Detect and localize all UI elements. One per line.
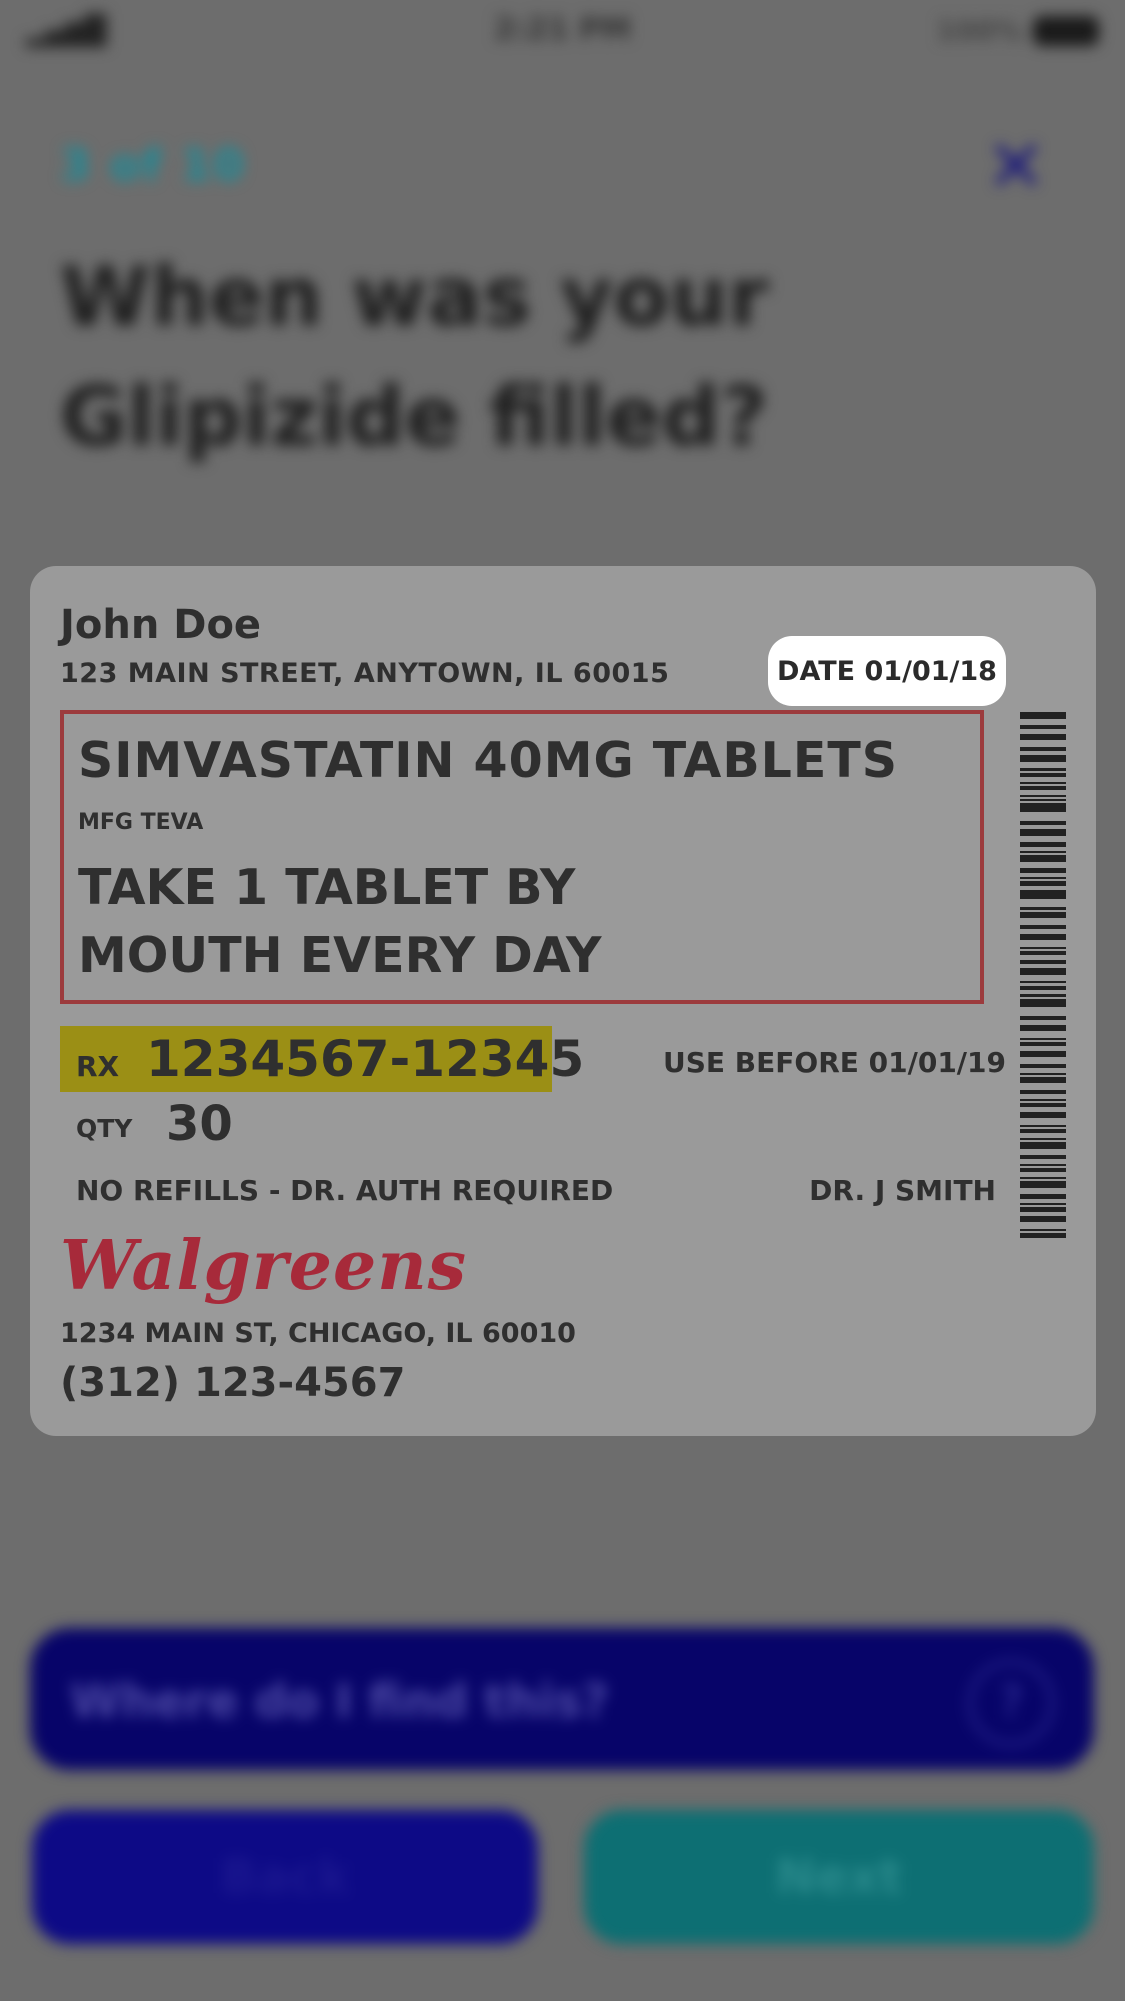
pharmacy-logo: Walgreens <box>60 1226 467 1306</box>
barcode-bar <box>1020 946 1066 949</box>
barcode-bar <box>1020 1233 1066 1238</box>
barcode-bar <box>1020 1016 1066 1021</box>
battery-indicator: 100% <box>936 14 1099 47</box>
barcode-bar <box>1020 998 1066 1008</box>
barcode-bar <box>1020 1050 1066 1058</box>
where-to-find-button[interactable]: Where do I find this? ? <box>30 1628 1094 1770</box>
page-title: When was your Glipizide filled? <box>60 250 769 465</box>
barcode-bar <box>1020 924 1066 930</box>
rx-number: 1234567-12345 <box>146 1030 585 1088</box>
quantity-value: 30 <box>166 1096 233 1152</box>
barcode-bar <box>1020 794 1066 797</box>
barcode-bar <box>1020 1063 1066 1069</box>
barcode-bar <box>1020 855 1066 862</box>
barcode-bar <box>1020 890 1066 899</box>
barcode-bar <box>1020 733 1066 741</box>
use-before-date: USE BEFORE 01/01/19 <box>663 1046 1006 1079</box>
barcode-bar <box>1020 781 1066 784</box>
barcode-bar <box>1020 1072 1066 1075</box>
patient-name: John Doe <box>60 602 262 648</box>
barcode-bar <box>1020 746 1066 752</box>
barcode-bar <box>1020 1076 1066 1084</box>
pharmacy-address: 1234 MAIN ST, CHICAGO, IL 60010 <box>60 1318 576 1349</box>
pharmacy-phone: (312) 123-4567 <box>60 1360 406 1406</box>
barcode-bar <box>1020 994 1066 997</box>
quantity-label: QTY <box>76 1114 133 1143</box>
barcode-bar <box>1020 868 1066 873</box>
prescribing-doctor: DR. J SMITH <box>809 1174 996 1207</box>
barcode-bar <box>1020 785 1066 791</box>
barcode-bar <box>1020 755 1066 762</box>
barcode-bar <box>1020 1215 1066 1223</box>
fill-date-highlight: DATE 01/01/18 <box>768 636 1006 706</box>
barcode-bar <box>1020 772 1066 778</box>
barcode-bar <box>1020 1181 1066 1188</box>
barcode-bar <box>1020 1202 1066 1206</box>
back-button[interactable]: Back <box>32 1810 538 1944</box>
barcode-bar <box>1020 1176 1066 1179</box>
barcode-bar <box>1020 881 1066 886</box>
barcode-bar <box>1020 1142 1066 1149</box>
barcode-bar <box>1020 1042 1066 1047</box>
barcode-bar <box>1020 911 1066 919</box>
patient-address: 123 MAIN STREET, ANYTOWN, IL 60015 <box>60 658 670 689</box>
barcode-bar <box>1020 968 1066 975</box>
barcode-bar <box>1020 768 1066 771</box>
barcode-bar <box>1020 985 1066 990</box>
barcode-bar <box>1020 907 1066 910</box>
status-bar: ▂▄▆█ 2:21 PM 100% <box>0 0 1125 60</box>
barcode-bar <box>1020 1024 1066 1032</box>
barcode-bar <box>1020 1111 1066 1119</box>
barcode-bar <box>1020 820 1066 825</box>
barcode-bar <box>1020 933 1066 941</box>
barcode-bar <box>1020 842 1066 847</box>
barcode-icon <box>1020 712 1066 1242</box>
barcode-bar <box>1020 1098 1066 1101</box>
battery-icon <box>1033 15 1099 46</box>
barcode-bar <box>1020 1102 1066 1108</box>
refills-note: NO REFILLS - DR. AUTH REQUIRED <box>76 1174 614 1207</box>
manufacturer: MFG TEVA <box>78 810 204 835</box>
barcode-bar <box>1020 803 1066 812</box>
directions: TAKE 1 TABLET BY MOUTH EVERY DAY <box>78 859 602 984</box>
step-label: 3 of 10 <box>60 140 246 191</box>
barcode-bar <box>1020 959 1066 964</box>
barcode-bar <box>1020 1207 1066 1212</box>
where-to-find-label: Where do I find this? <box>70 1674 609 1728</box>
prescription-label-card: John Doe 123 MAIN STREET, ANYTOWN, IL 60… <box>30 566 1096 1436</box>
barcode-bar <box>1020 981 1066 984</box>
barcode-bar <box>1020 1037 1066 1040</box>
drug-info-box: SIMVASTATIN 40MG TABLETS MFG TEVA TAKE 1… <box>60 710 984 1004</box>
barcode-bar <box>1020 1129 1066 1134</box>
barcode-bar <box>1020 725 1066 730</box>
barcode-bar <box>1020 712 1066 719</box>
barcode-bar <box>1020 851 1066 854</box>
barcode-bar <box>1020 1168 1066 1173</box>
barcode-bar <box>1020 1155 1066 1160</box>
drug-name: SIMVASTATIN 40MG TABLETS <box>78 732 899 789</box>
barcode-bar <box>1020 1124 1066 1127</box>
close-icon[interactable]: ✕ <box>980 124 1052 208</box>
rx-label: RX <box>76 1050 120 1083</box>
barcode-bar <box>1020 1194 1066 1199</box>
barcode-bar <box>1020 1137 1066 1140</box>
barcode-bar <box>1020 1228 1066 1232</box>
barcode-bar <box>1020 950 1066 956</box>
help-icon: ? <box>968 1660 1054 1746</box>
barcode-bar <box>1020 829 1066 836</box>
barcode-bar <box>1020 877 1066 880</box>
battery-percent: 100% <box>936 14 1023 47</box>
barcode-bar <box>1020 1089 1066 1095</box>
barcode-bar <box>1020 798 1066 802</box>
barcode-bar <box>1020 1163 1066 1166</box>
next-button[interactable]: Next <box>584 1810 1094 1944</box>
